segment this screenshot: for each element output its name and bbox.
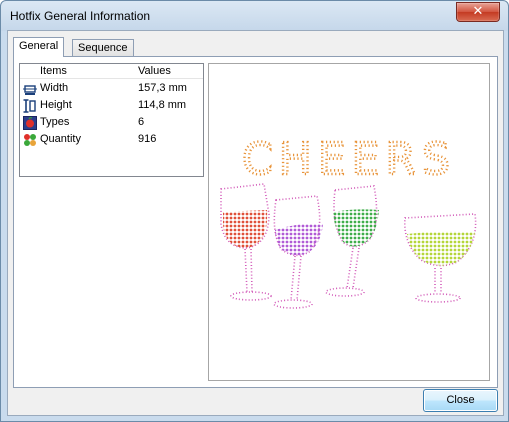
title-bar[interactable]: Hotfix General Information ✕: [1, 1, 508, 29]
list-item: Quantity 916: [20, 132, 203, 148]
design-preview: CHEERS: [208, 63, 490, 381]
close-button[interactable]: Close: [423, 389, 498, 412]
wine-glass-green: [325, 185, 379, 297]
tab-sequence[interactable]: Sequence: [72, 39, 134, 56]
hotfix-design-image: CHEERS: [220, 133, 477, 309]
height-icon: [23, 99, 36, 113]
property-name: Height: [40, 99, 72, 111]
column-values[interactable]: Values: [138, 65, 171, 77]
list-item: Height 114,8 mm: [20, 98, 203, 114]
properties-list[interactable]: Items Values Width 157,3 mm Height 114,8…: [19, 63, 204, 177]
wine-glass-lime: [404, 213, 477, 303]
dialog-client: General Sequence Items Values Width 157,…: [7, 30, 504, 416]
property-value: 157,3 mm: [138, 82, 187, 94]
general-panel: Items Values Width 157,3 mm Height 114,8…: [13, 56, 498, 388]
property-value: 114,8 mm: [138, 99, 187, 111]
list-item: Width 157,3 mm: [20, 81, 203, 97]
wine-glass-purple: [273, 195, 323, 309]
property-name: Quantity: [40, 133, 81, 145]
design-text: CHEERS: [242, 134, 456, 185]
width-icon: [23, 85, 37, 95]
window-title: Hotfix General Information: [10, 9, 151, 23]
wine-glass-red: [220, 183, 272, 301]
window-close-icon[interactable]: ✕: [456, 2, 500, 22]
property-value: 916: [138, 133, 157, 145]
dialog-window: Hotfix General Information ✕ General Seq…: [0, 0, 509, 422]
list-header: Items Values: [20, 64, 203, 79]
types-icon: [23, 116, 37, 130]
tab-general[interactable]: General: [13, 37, 65, 57]
property-value: 6: [138, 116, 145, 128]
property-name: Width: [40, 82, 69, 94]
column-items[interactable]: Items: [40, 65, 67, 77]
list-item: Types 6: [20, 115, 203, 131]
quantity-icon: [24, 134, 36, 146]
property-name: Types: [40, 116, 70, 128]
